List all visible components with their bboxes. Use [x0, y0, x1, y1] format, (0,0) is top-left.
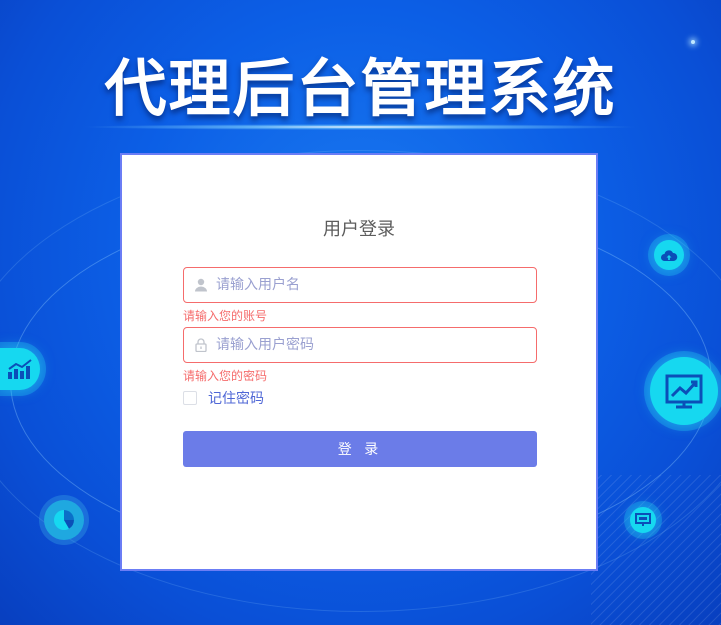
- bar-chart-icon: [0, 348, 40, 390]
- remember-checkbox[interactable]: [183, 391, 197, 405]
- lock-icon: [186, 328, 216, 362]
- login-page: 代理后台管理系统 用户登录 请输入用户名 请输入您的账号 请输入您的密码 记住密…: [0, 0, 721, 625]
- trend-chart-icon: [650, 357, 718, 425]
- diagonal-stripes: [591, 475, 721, 625]
- password-input[interactable]: [216, 330, 536, 360]
- page-title: 代理后台管理系统: [104, 52, 617, 125]
- username-error: 请输入您的账号: [183, 309, 268, 323]
- remember-password[interactable]: 记住密码: [183, 388, 264, 408]
- monitor-icon: [630, 507, 656, 533]
- login-card: 用户登录 请输入您的账号 请输入您的密码: [120, 153, 598, 571]
- remember-label[interactable]: 记住密码: [208, 388, 264, 408]
- user-icon: [186, 268, 216, 302]
- title-glow-line: [80, 124, 640, 130]
- password-error: 请输入您的密码: [183, 369, 268, 383]
- username-input[interactable]: [216, 270, 536, 300]
- login-heading: 用户登录: [323, 219, 395, 240]
- login-button[interactable]: 登 录: [183, 431, 537, 467]
- password-field[interactable]: [183, 327, 537, 363]
- username-field[interactable]: [183, 267, 537, 303]
- cloud-upload-icon: [654, 240, 684, 270]
- pie-chart-icon: [44, 500, 84, 540]
